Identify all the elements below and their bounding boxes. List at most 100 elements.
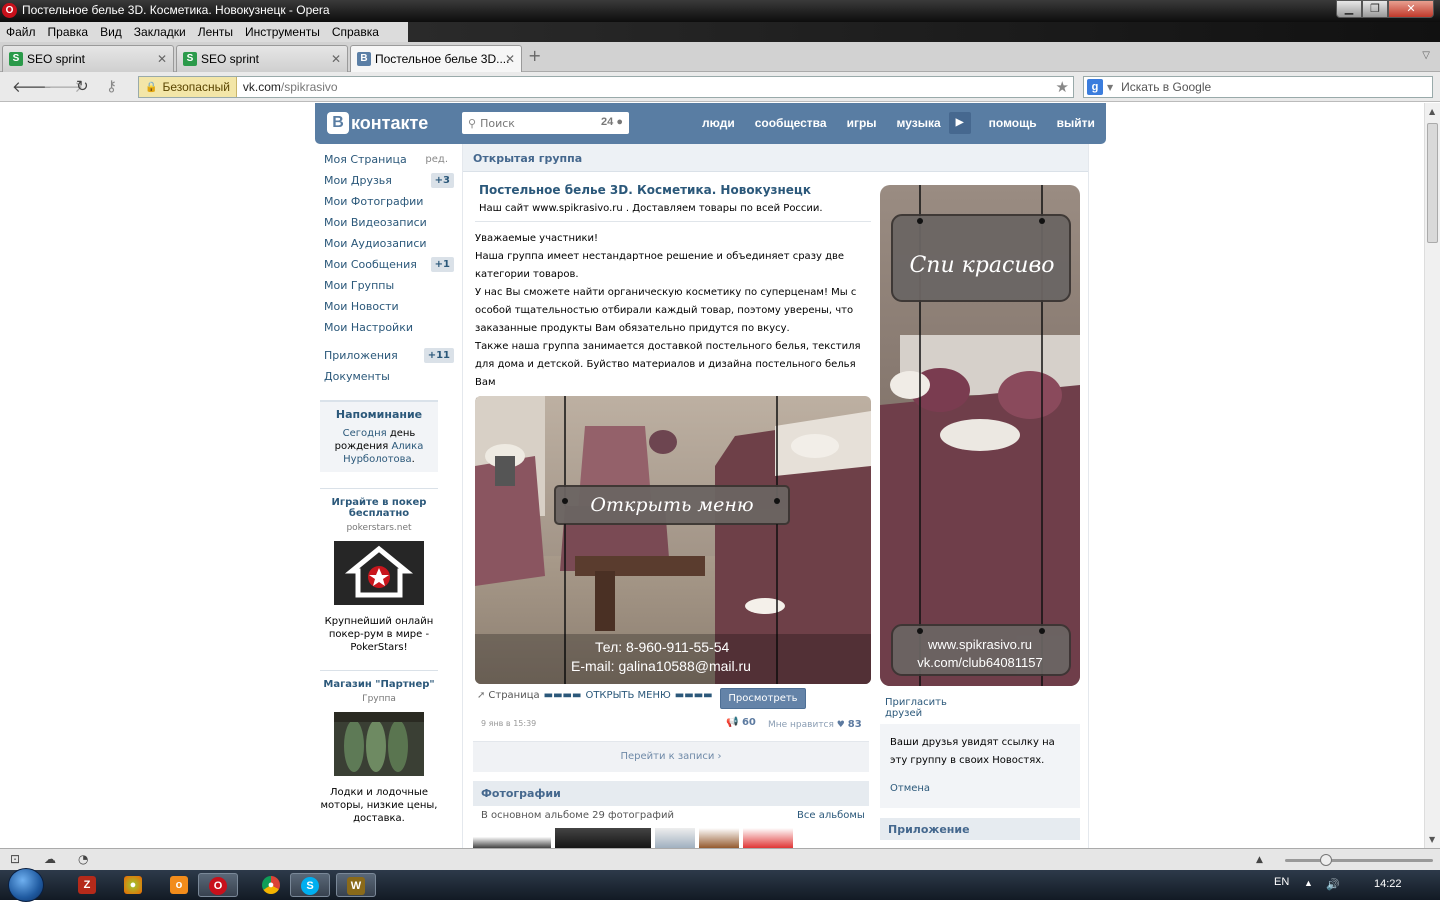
group-avatar[interactable]: Спи красиво www.spikrasivo.ru vk.com/clu… bbox=[880, 185, 1080, 686]
reminder-text: Сегодня день рождения Алика Нурболотова. bbox=[334, 428, 424, 465]
pokerstars-logo-image[interactable] bbox=[334, 541, 424, 605]
sidebar-item-news[interactable]: Мои Новости bbox=[324, 298, 454, 319]
ad-domain: pokerstars.net bbox=[346, 523, 412, 533]
tray-expand-icon[interactable]: ▲ bbox=[1304, 878, 1313, 888]
close-tab-icon[interactable]: ✕ bbox=[157, 52, 167, 66]
sidebar-item-my-page[interactable]: Моя Страница ред. bbox=[324, 151, 454, 172]
edit-link[interactable]: ред. bbox=[425, 154, 448, 165]
photo-thumb[interactable] bbox=[473, 828, 551, 848]
goto-post-button[interactable]: Перейти к записи › bbox=[473, 741, 869, 772]
invite-friends-link[interactable]: Пригласить друзей bbox=[885, 697, 947, 719]
sidebar-item-apps[interactable]: Приложения +11 bbox=[324, 347, 454, 368]
close-button[interactable]: ✕ bbox=[1388, 0, 1434, 18]
scroll-down-icon[interactable]: ▼ bbox=[1429, 835, 1435, 844]
ad-pokerstars[interactable]: Играйте в покер бесплатно pokerstars.net… bbox=[320, 488, 438, 654]
sidebar-item-audio[interactable]: Мои Аудиозаписи bbox=[324, 235, 454, 256]
taskbar-app-warcraft[interactable]: W bbox=[336, 873, 376, 897]
photo-thumb[interactable] bbox=[699, 828, 739, 848]
sidebar-item-messages[interactable]: Мои Сообщения +1 bbox=[324, 256, 454, 277]
like-button[interactable]: Мне нравится ♥ 83 bbox=[768, 719, 862, 730]
photo-thumb[interactable] bbox=[655, 828, 695, 848]
taskbar-app-filezilla[interactable]: Z bbox=[68, 873, 108, 897]
left-sidebar: Моя Страница ред. Мои Друзья +3 Мои Фотогр… bbox=[324, 151, 454, 389]
nav-help[interactable]: помощь bbox=[989, 116, 1037, 134]
cloud-icon[interactable]: ☁ bbox=[44, 852, 56, 866]
taskbar-app-browser[interactable]: ● bbox=[114, 873, 154, 897]
zoom-slider-handle[interactable] bbox=[1320, 854, 1332, 866]
menu-feeds[interactable]: Ленты bbox=[192, 22, 239, 42]
scroll-up-icon[interactable]: ▲ bbox=[1429, 107, 1435, 116]
menu-tools[interactable]: Инструменты bbox=[239, 22, 326, 42]
post-date[interactable]: 9 янв в 15:39 bbox=[481, 719, 536, 728]
avatar-club: vk.com/club64081157 bbox=[917, 655, 1043, 670]
apps-header[interactable]: Приложение bbox=[880, 818, 1080, 840]
wiki-menu-banner[interactable]: Открыть меню Тел: 8-960-911-55-54 E-mail… bbox=[475, 396, 871, 684]
taskbar-app-odnoklassniki[interactable]: o bbox=[160, 873, 200, 897]
nav-communities[interactable]: сообщества bbox=[755, 116, 827, 134]
taskbar-app-chrome[interactable]: ● bbox=[252, 873, 292, 897]
taskbar-app-skype[interactable]: S bbox=[290, 873, 330, 897]
nav-people[interactable]: люди bbox=[702, 116, 735, 134]
reload-icon[interactable]: ↻ bbox=[76, 77, 89, 95]
nav-logout[interactable]: выйти bbox=[1057, 116, 1095, 134]
view-page-button[interactable]: Просмотреть bbox=[720, 688, 806, 709]
photo-thumb[interactable] bbox=[555, 828, 651, 848]
minimize-button[interactable]: ▁ bbox=[1336, 0, 1362, 18]
vk-logo[interactable]: В контакте bbox=[327, 112, 428, 134]
ad-title[interactable]: Играйте в покер бесплатно bbox=[320, 497, 438, 519]
open-menu-link[interactable]: ОТКРЫТЬ МЕНЮ bbox=[585, 690, 670, 701]
sidebar-item-documents[interactable]: Документы bbox=[324, 368, 454, 389]
ad-title[interactable]: Магазин "Партнер" bbox=[320, 679, 438, 690]
chevron-down-icon[interactable]: ▼ bbox=[1107, 83, 1113, 92]
menu-bookmarks[interactable]: Закладки bbox=[128, 22, 192, 42]
sidebar-item-photos[interactable]: Мои Фотографии bbox=[324, 193, 454, 214]
tab-seo-sprint-2[interactable]: S SEO sprint ✕ bbox=[176, 45, 348, 72]
share-button[interactable]: 📢 60 bbox=[726, 717, 756, 728]
nav-games[interactable]: игры bbox=[847, 116, 877, 134]
sidebar-item-videos[interactable]: Мои Видеозаписи bbox=[324, 214, 454, 235]
key-icon[interactable]: ⚷ bbox=[106, 77, 117, 95]
panel-toggle-icon[interactable]: ⊡ bbox=[10, 852, 20, 866]
sidebar-item-settings[interactable]: Мои Настройки bbox=[324, 319, 454, 340]
seo-sprint-icon: S bbox=[183, 52, 197, 66]
nav-music[interactable]: музыка bbox=[897, 116, 941, 134]
close-tab-icon[interactable]: ✕ bbox=[331, 52, 341, 66]
boats-image[interactable] bbox=[334, 712, 424, 776]
play-icon[interactable]: ▶ bbox=[948, 112, 971, 134]
bookmark-star-icon[interactable]: ★ bbox=[1056, 78, 1069, 96]
tab-seo-sprint-1[interactable]: S SEO sprint ✕ bbox=[2, 45, 174, 72]
menu-edit[interactable]: Правка bbox=[42, 22, 95, 42]
new-tab-icon[interactable]: + bbox=[528, 48, 544, 64]
share-box: Ваши друзья увидят ссылку на эту группу … bbox=[880, 724, 1080, 808]
clock[interactable]: 14:22 bbox=[1374, 878, 1402, 890]
speed-dial-icon[interactable]: ◔ bbox=[78, 852, 88, 866]
chevron-up-icon[interactable]: ▲ bbox=[1256, 855, 1263, 865]
taskbar-app-opera[interactable]: O bbox=[198, 873, 238, 897]
maximize-button[interactable]: ❐ bbox=[1362, 0, 1388, 18]
cancel-link[interactable]: Отмена bbox=[890, 780, 1070, 798]
security-badge[interactable]: 🔒 Безопасный bbox=[139, 77, 237, 97]
all-albums-link[interactable]: Все альбомы bbox=[797, 810, 865, 821]
sidebar-item-friends[interactable]: Мои Друзья +3 bbox=[324, 172, 454, 193]
volume-icon[interactable]: 🔊 bbox=[1326, 878, 1340, 891]
online-friends-count[interactable]: 24 ● bbox=[601, 116, 623, 128]
menu-help[interactable]: Справка bbox=[326, 22, 385, 42]
start-button[interactable] bbox=[8, 868, 44, 902]
photos-header[interactable]: Фотографии bbox=[473, 781, 869, 806]
language-indicator[interactable]: EN bbox=[1274, 876, 1289, 888]
url-field[interactable]: 🔒 Безопасный vk.com/spikrasivo ★ bbox=[138, 76, 1074, 98]
scrollbar-thumb[interactable] bbox=[1427, 123, 1438, 243]
menu-file[interactable]: Файл bbox=[0, 22, 42, 42]
close-tab-icon[interactable]: ✕ bbox=[505, 52, 515, 66]
photo-thumb[interactable] bbox=[743, 828, 793, 848]
vk-search-input[interactable]: ⚲ Поиск 24 ● bbox=[462, 112, 629, 134]
sidebar-item-groups[interactable]: Мои Группы bbox=[324, 277, 454, 298]
search-field[interactable]: g ▼ Искать в Google bbox=[1083, 76, 1433, 98]
wiki-page-link[interactable]: ➚ Страница ▬▬▬▬ ОТКРЫТЬ МЕНЮ ▬▬▬▬ bbox=[477, 690, 717, 701]
menu-view[interactable]: Вид bbox=[94, 22, 128, 42]
tab-vk-group[interactable]: B Постельное белье 3D.... ✕ bbox=[350, 45, 522, 72]
zoom-slider[interactable] bbox=[1285, 859, 1433, 862]
ad-partner-shop[interactable]: Магазин "Партнер" Группа Лодки и лодочны… bbox=[320, 670, 438, 825]
tab-menu-chevron-icon[interactable]: ▽ bbox=[1422, 50, 1430, 61]
vertical-scrollbar[interactable]: ▲ ▼ bbox=[1424, 103, 1440, 848]
